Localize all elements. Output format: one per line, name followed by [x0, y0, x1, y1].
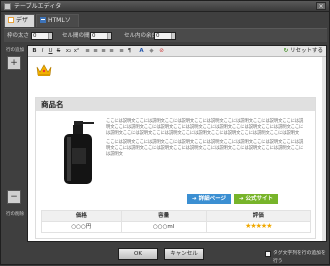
spin-arrows-icon[interactable] [107, 33, 111, 39]
rating-cell[interactable]: ★★★★★ [205, 221, 312, 233]
title-bar: テーブルエディタ × [1, 1, 329, 12]
justify-button[interactable]: ≡ [108, 48, 115, 55]
reset-icon: ↻ [283, 48, 289, 54]
description-paragraph: ここには説明文ここには説明文ここには説明文ここには説明文ここには説明文ここには説… [106, 119, 304, 136]
design-icon [8, 17, 14, 23]
content-canvas[interactable]: 商品名 ここには説明文ここには説明文ここには説明文ここには説明文ここには説明文こ… [28, 57, 326, 241]
ok-button[interactable]: OK [118, 248, 158, 260]
subscript-button[interactable]: x₂ [65, 48, 72, 55]
list-button[interactable]: ≡ [118, 48, 125, 55]
official-site-label: 公式サイト [245, 196, 274, 202]
highlight-button[interactable]: ◆ [148, 48, 155, 55]
html-source-icon [40, 17, 46, 23]
reset-label: リセットする [289, 48, 323, 54]
description-paragraph: ここには説明文ここには説明文ここには説明文ここには説明文ここには説明文ここには説… [106, 140, 304, 157]
cell-padding-value: 0 [156, 33, 160, 39]
detail-page-button[interactable]: ➔ 詳細ページ [187, 194, 231, 204]
close-button[interactable]: × [316, 2, 326, 10]
align-center-button[interactable]: ≡ [92, 48, 99, 55]
product-title: 商品名 [41, 100, 64, 109]
format-toolbar: B I U S x₂ x² ≡ ≡ ≡ ≡ ≡ ¶ A ◆ ⊘ ↻ リセットする [28, 46, 326, 57]
price-cell[interactable]: ○○○円 [41, 221, 122, 233]
tab-html-source[interactable]: HTMLソース [36, 14, 79, 36]
design-editor[interactable]: B I U S x₂ x² ≡ ≡ ≡ ≡ ≡ ¶ A ◆ ⊘ ↻ リセットする [27, 45, 327, 242]
superscript-button[interactable]: x² [73, 48, 80, 55]
delete-row-label: 行の削除 [6, 212, 24, 217]
underline-button[interactable]: U [47, 48, 54, 55]
tag-option-label: タグ文字列を行の追加を行う [273, 251, 326, 264]
border-width-label: 枠の太さ [7, 33, 30, 39]
product-bottle-image [64, 121, 94, 184]
add-row-label: 行の追加 [6, 48, 24, 53]
cell-spacing-value: 0 [92, 33, 96, 39]
volume-header: 容量 [120, 210, 207, 222]
cell-padding-input[interactable]: 0 [154, 32, 176, 40]
tab-design[interactable]: デザイン [4, 14, 35, 36]
app-icon [4, 3, 11, 10]
bold-button[interactable]: B [31, 48, 38, 55]
border-width-value: 0 [33, 33, 37, 39]
border-width-input[interactable]: 0 [31, 32, 53, 40]
dialog-footer: OK キャンセル タグ文字列を行の追加を行う [1, 245, 329, 265]
table-options-bar: 枠の太さ 0 セル間の間隔 0 セル内の余白 0 [4, 28, 327, 42]
strike-button[interactable]: S [55, 48, 62, 55]
volume-cell[interactable]: ○○○ml [120, 221, 207, 233]
spin-arrows-icon[interactable] [48, 33, 52, 39]
price-header: 価格 [41, 210, 122, 222]
window-title: テーブルエディタ [14, 3, 62, 10]
cell-padding-label: セル内の余白 [124, 33, 158, 39]
table-editor-window: テーブルエディタ × デザイン HTMLソース 枠の太さ 0 セル間の間隔 0 … [0, 0, 330, 265]
tag-option-checkbox[interactable] [265, 251, 271, 257]
cancel-button[interactable]: キャンセル [164, 248, 204, 260]
row-controls: 行の追加 + 行の削除 − [4, 44, 24, 244]
rating-header: 評価 [205, 210, 312, 222]
product-header: 商品名 [36, 98, 315, 111]
italic-button[interactable]: I [39, 48, 46, 55]
cell-spacing-input[interactable]: 0 [90, 32, 112, 40]
spin-arrows-icon[interactable] [171, 33, 175, 39]
delete-row-button[interactable]: − [7, 190, 21, 204]
align-left-button[interactable]: ≡ [84, 48, 91, 55]
official-site-button[interactable]: ➔ 公式サイト [234, 194, 278, 204]
product-card: 商品名 ここには説明文ここには説明文ここには説明文ここには説明文ここには説明文こ… [35, 97, 316, 239]
paragraph-button[interactable]: ¶ [126, 48, 133, 55]
crown-icon [36, 64, 52, 76]
rating-stars-icon: ★★★★★ [245, 222, 272, 230]
reset-button[interactable]: ↻ リセットする [284, 47, 323, 56]
add-row-button[interactable]: + [7, 56, 21, 70]
detail-page-label: 詳細ページ [198, 196, 226, 202]
align-right-button[interactable]: ≡ [100, 48, 107, 55]
product-description: ここには説明文ここには説明文ここには説明文ここには説明文ここには説明文ここには説… [106, 119, 306, 161]
spec-table: 価格 容量 評価 ○○○円 ○○○ml ★★★★★ [41, 210, 312, 233]
clear-format-button[interactable]: ⊘ [158, 48, 165, 55]
font-color-button[interactable]: A [138, 48, 145, 55]
vertical-scrollbar[interactable] [322, 57, 326, 241]
